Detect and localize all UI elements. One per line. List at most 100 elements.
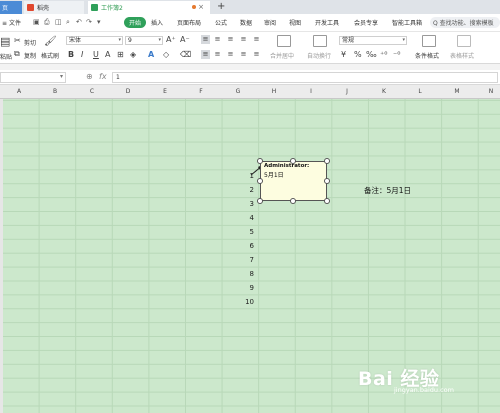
resize-handle[interactable]	[257, 158, 263, 164]
thousands-icon[interactable]: ‰	[366, 51, 377, 59]
close-tab-icon[interactable]: ×	[198, 3, 204, 11]
wrap-text-icon[interactable]	[313, 35, 327, 47]
column-header[interactable]: C	[82, 88, 102, 95]
column-header[interactable]: I	[301, 88, 321, 95]
merge-center-button[interactable]: 合并居中	[270, 51, 294, 60]
more-chevron-icon[interactable]: ▾	[97, 18, 101, 26]
add-tab-button[interactable]: +	[217, 1, 225, 12]
cell-value[interactable]: 2	[242, 186, 254, 194]
align-left-button[interactable]: ≡	[201, 50, 210, 59]
currency-icon[interactable]: ¥	[341, 51, 346, 59]
cell-value[interactable]: 7	[242, 256, 254, 264]
font-color-icon[interactable]: A	[105, 51, 110, 59]
font-color-a-icon[interactable]: A	[148, 51, 154, 59]
copy-icon[interactable]: ⧉	[14, 50, 20, 58]
resize-handle[interactable]	[290, 198, 296, 204]
column-header[interactable]: D	[118, 88, 138, 95]
justify-button[interactable]: ≡	[239, 50, 248, 59]
distributed-button[interactable]: ≡	[252, 50, 261, 59]
cut-icon[interactable]: ✂	[14, 37, 21, 45]
redo-icon[interactable]: ↷	[86, 18, 92, 26]
decrease-font-icon[interactable]: A⁻	[180, 36, 190, 44]
cell-value[interactable]: 8	[242, 270, 254, 278]
comment-text[interactable]: 5月1日	[264, 170, 284, 179]
cell-value[interactable]: 6	[242, 242, 254, 250]
print-preview-icon[interactable]: ⌕	[66, 18, 70, 27]
orientation-button[interactable]: ≡	[239, 35, 248, 44]
menu-data[interactable]: 数据	[240, 18, 252, 27]
underline-icon[interactable]: U	[93, 51, 99, 59]
bold-icon[interactable]: B	[68, 51, 74, 59]
cell-value[interactable]: 9	[242, 284, 254, 292]
search-input[interactable]: Q 查找功能、搜索模板	[430, 17, 500, 28]
tab-daoke[interactable]: 稻壳	[24, 1, 84, 14]
resize-handle[interactable]	[324, 158, 330, 164]
borders-icon[interactable]: ⊞	[117, 51, 124, 59]
column-header[interactable]: F	[191, 88, 211, 95]
font-name-select[interactable]: 宋体	[66, 36, 123, 45]
menu-formulas[interactable]: 公式	[215, 18, 227, 27]
increase-font-icon[interactable]: A⁺	[166, 36, 176, 44]
cell-value[interactable]: 3	[242, 200, 254, 208]
copy-button[interactable]: 复制	[24, 51, 36, 60]
conditional-format-button[interactable]: 条件格式	[415, 51, 439, 60]
resize-handle[interactable]	[257, 198, 263, 204]
column-header[interactable]: B	[45, 88, 65, 95]
save-icon[interactable]: ▣	[33, 18, 40, 26]
menu-view[interactable]: 视图	[289, 18, 301, 27]
column-header[interactable]: N	[481, 88, 500, 95]
conditional-format-icon[interactable]	[422, 35, 436, 47]
column-header[interactable]: J	[337, 88, 357, 95]
fx-button[interactable]: fx	[99, 72, 107, 81]
menu-insert[interactable]: 插入	[151, 18, 163, 27]
column-header[interactable]: H	[264, 88, 284, 95]
merge-center-icon[interactable]	[277, 35, 291, 47]
formula-input[interactable]: 1	[112, 72, 498, 83]
cell-value[interactable]: 10	[242, 298, 254, 306]
align-bottom-button[interactable]: ≡	[226, 35, 235, 44]
column-header[interactable]: G	[228, 88, 248, 95]
decrease-decimal-icon[interactable]: ⁻⁰	[393, 51, 400, 59]
format-painter-icon[interactable]: 🖌	[44, 37, 57, 47]
resize-handle[interactable]	[290, 158, 296, 164]
wrap-text-button[interactable]: 自动换行	[307, 51, 331, 60]
number-format-select[interactable]: 常规	[339, 36, 407, 45]
italic-icon[interactable]: I	[81, 51, 83, 59]
indent-button[interactable]: ≡	[252, 35, 261, 44]
menu-smart-tools[interactable]: 智能工具箱	[392, 18, 422, 27]
name-box[interactable]	[0, 72, 66, 83]
resize-handle[interactable]	[324, 178, 330, 184]
table-style-button[interactable]: 表格样式	[450, 51, 474, 60]
note-cell-text[interactable]: 备注：5月1日	[364, 185, 411, 196]
column-header[interactable]: K	[374, 88, 394, 95]
undo-icon[interactable]: ↶	[76, 18, 82, 26]
tab-home[interactable]: 页	[0, 1, 22, 14]
cell-value[interactable]: 5	[242, 228, 254, 236]
align-right-button[interactable]: ≡	[226, 50, 235, 59]
export-pdf-icon[interactable]: ◫	[55, 18, 62, 26]
clear-format-icon[interactable]: ◇	[163, 51, 169, 59]
cut-button[interactable]: 剪切	[24, 38, 36, 47]
align-center-button[interactable]: ≡	[213, 50, 222, 59]
menu-file[interactable]: ≡ 文件	[2, 18, 21, 27]
column-header[interactable]: E	[155, 88, 175, 95]
resize-handle[interactable]	[324, 198, 330, 204]
eraser-icon[interactable]: ⌫	[180, 51, 191, 59]
menu-developer[interactable]: 开发工具	[315, 18, 339, 27]
print-icon[interactable]: ⎙	[44, 18, 50, 27]
paste-button[interactable]: 粘贴	[0, 52, 12, 61]
column-header[interactable]: A	[9, 88, 29, 95]
menu-review[interactable]: 审阅	[264, 18, 276, 27]
menu-member[interactable]: 会员专享	[354, 18, 378, 27]
tab-workbook2[interactable]: 工作簿2 ×	[88, 1, 210, 14]
paste-icon[interactable]: ▤	[0, 36, 10, 47]
align-middle-button[interactable]: ≡	[213, 35, 222, 44]
menu-page-layout[interactable]: 页面布局	[177, 18, 201, 27]
zoom-icon[interactable]: ⊕	[86, 72, 93, 81]
resize-handle[interactable]	[257, 178, 263, 184]
align-top-button[interactable]: ≡	[201, 35, 210, 44]
fill-color-icon[interactable]: ◈	[130, 51, 136, 59]
menu-home[interactable]: 开始	[124, 17, 147, 28]
column-header[interactable]: L	[410, 88, 430, 95]
percent-icon[interactable]: %	[354, 51, 362, 59]
